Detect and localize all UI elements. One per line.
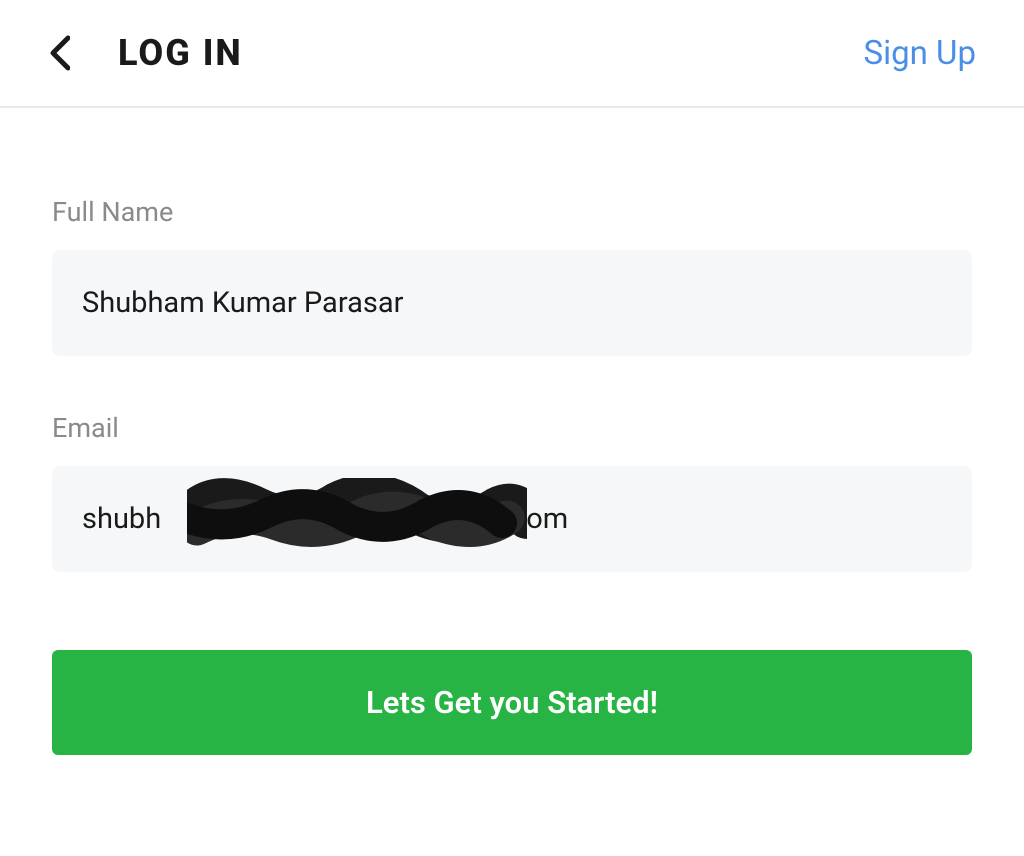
email-label: Email [52,412,972,444]
fullname-group: Full Name [52,196,972,356]
email-value: shubhxxxxxxxxxxxxxxxxx@gmail.com [82,502,568,536]
page-title: LOG IN [118,32,243,74]
fullname-label: Full Name [52,196,972,228]
email-group: Email shubhxxxxxxxxxxxxxxxxx@gmail.com [52,412,972,572]
back-icon[interactable] [48,35,70,71]
get-started-button[interactable]: Lets Get you Started! [52,650,972,755]
header-left: LOG IN [48,32,243,74]
email-field[interactable]: shubhxxxxxxxxxxxxxxxxx@gmail.com [52,466,972,572]
signup-link[interactable]: Sign Up [864,34,977,73]
fullname-field[interactable] [52,250,972,356]
form-area: Full Name Email shubhxxxxxxxxxxxxxxxxx@g… [0,108,1024,755]
header: LOG IN Sign Up [0,0,1024,108]
